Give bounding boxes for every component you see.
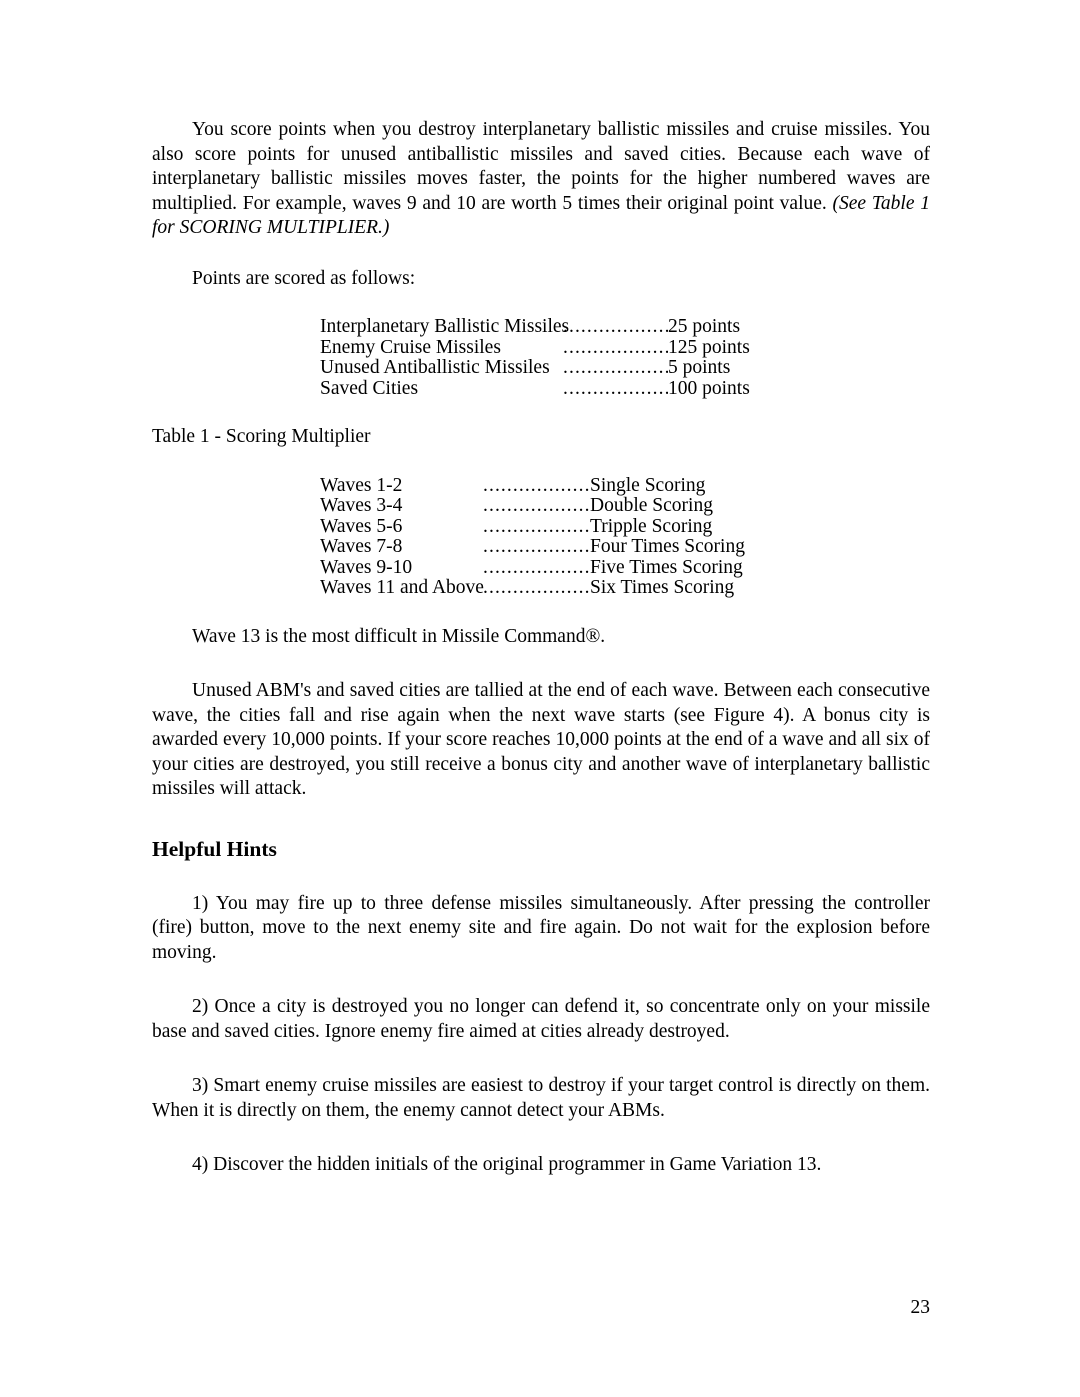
leader-dots: .................... <box>483 496 590 516</box>
hint-item: 3) Smart enemy cruise missiles are easie… <box>152 1075 930 1121</box>
multiplier-row: Waves 9-10 .................... Five Tim… <box>152 556 930 579</box>
intro-paragraph: You score points when you destroy interp… <box>152 118 930 241</box>
multiplier-row-value: Four Times Scoring <box>590 536 745 557</box>
scoring-row-value: 25 points <box>668 316 741 337</box>
leader-dots: .................... <box>483 578 590 598</box>
scoring-row-label: Saved Cities <box>320 377 419 399</box>
hint-item: 1) You may fire up to three defense miss… <box>152 892 930 963</box>
multiplier-row-value: Six Times Scoring <box>590 577 735 598</box>
helpful-hints-heading: Helpful Hints <box>152 836 277 861</box>
table-caption: Table 1 - Scoring Multiplier <box>152 426 371 447</box>
multiplier-row-label: Waves 1-2 <box>320 474 403 496</box>
scoring-row: Unused Antiballistic Missiles ..........… <box>152 357 930 379</box>
multiplier-row-label: Waves 11 and Above <box>320 577 484 598</box>
multiplier-row-label: Waves 3-4 <box>320 495 403 516</box>
leader-dots: .................... <box>483 557 590 578</box>
multiplier-row-value: Five Times Scoring <box>590 556 743 578</box>
multiplier-row-label: Waves 5-6 <box>320 515 403 537</box>
wave-13-note: Wave 13 is the most difficult in Missile… <box>192 625 606 647</box>
multiplier-row-value: Tripple Scoring <box>590 515 713 537</box>
leader-dots: .................... <box>563 358 668 378</box>
intro-paragraph-text: You score points when you destroy interp… <box>152 119 930 214</box>
multiplier-row: Waves 11 and Above .................... … <box>152 577 930 599</box>
multiplier-row-value: Double Scoring <box>590 495 713 516</box>
leader-dots: .................... <box>483 516 590 537</box>
scoring-row: Enemy Cruise Missiles ..................… <box>152 336 930 359</box>
hint-item: 4) Discover the hidden initials of the o… <box>192 1154 822 1175</box>
page-content: You score points when you destroy interp… <box>152 118 930 1178</box>
multiplier-row: Waves 1-2 .................... Single Sc… <box>152 474 930 497</box>
scoring-row-value: 100 points <box>668 377 750 399</box>
multiplier-row-label: Waves 7-8 <box>320 536 403 557</box>
multiplier-row: Waves 7-8 .................... Four Time… <box>152 536 930 558</box>
scoring-row-value: 125 points <box>668 336 750 358</box>
scoring-row-label: Enemy Cruise Missiles <box>320 336 501 358</box>
multiplier-row: Waves 5-6 .................... Tripple S… <box>152 515 930 538</box>
leader-dots: .................... <box>563 337 668 358</box>
scoring-row-value: 5 points <box>668 357 731 378</box>
multiplier-row: Waves 3-4 .................... Double Sc… <box>152 495 930 517</box>
scoring-table: Interplanetary Ballistic Missiles ......… <box>152 316 930 400</box>
leader-dots: .................... <box>483 537 590 557</box>
points-lead-in: Points are scored as follows: <box>192 267 416 289</box>
scoring-row-label: Unused Antiballistic Missiles <box>320 357 550 378</box>
multiplier-row-label: Waves 9-10 <box>320 556 413 578</box>
document-page: You score points when you destroy interp… <box>0 0 1080 1397</box>
scoring-row: Interplanetary Ballistic Missiles ......… <box>152 316 930 338</box>
leader-dots: .................... <box>483 475 590 496</box>
leader-dots: .................... <box>563 317 668 337</box>
multiplier-row-value: Single Scoring <box>590 474 706 496</box>
leader-dots: .................... <box>563 378 668 399</box>
multiplier-table: Waves 1-2 .................... Single Sc… <box>152 474 930 599</box>
hint-item: 2) Once a city is destroyed you no longe… <box>152 996 930 1042</box>
page-number: 23 <box>910 1297 931 1318</box>
scoring-row-label: Interplanetary Ballistic Missiles <box>320 316 570 337</box>
scoring-row: Saved Cities .................... 100 po… <box>152 377 930 400</box>
tally-paragraph: Unused ABM's and saved cities are tallie… <box>152 680 930 799</box>
